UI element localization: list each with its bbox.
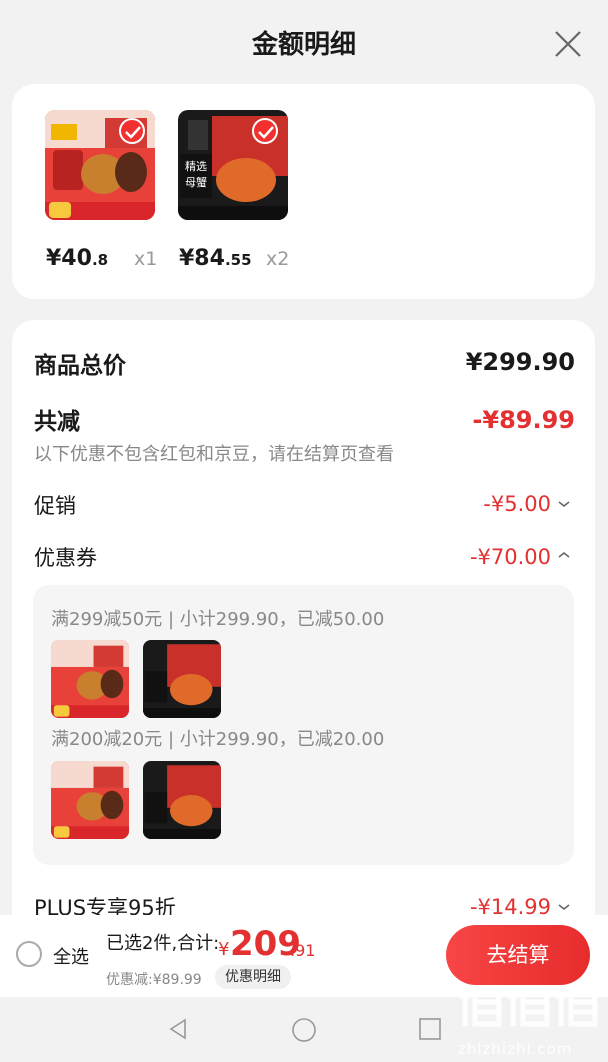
total-reduction-label: 共减: [34, 409, 80, 435]
product-image-crab-box[interactable]: 精选 母蟹: [178, 110, 288, 220]
watermark-logo: [457, 982, 605, 1034]
coupon-product-image: [51, 761, 129, 839]
watermark-text: zhizhizhi.com: [458, 1040, 573, 1058]
coupon-product-image: [143, 761, 221, 839]
product-image-gift-box[interactable]: [45, 110, 155, 220]
chevron-up-icon[interactable]: [557, 550, 571, 560]
back-icon[interactable]: [166, 1017, 190, 1041]
chevron-down-icon[interactable]: [557, 499, 571, 509]
coupon-detail-box: 满299减50元 | 小计299.90，已减50.00 满200减20元 | 小…: [33, 585, 574, 865]
checkout-button[interactable]: 去结算: [446, 925, 590, 985]
selected-check-icon: [119, 118, 145, 144]
select-all-label[interactable]: 全选: [53, 943, 89, 969]
selected-check-icon: [252, 118, 278, 144]
discount-detail-button[interactable]: 优惠明细: [215, 965, 291, 989]
product-price: ¥84.55: [179, 246, 252, 271]
total-amount-decimal: .91: [290, 941, 316, 960]
selection-summary: 已选2件,合计:: [106, 933, 220, 954]
coupon-title: 满299减50元 | 小计299.90，已减50.00: [51, 609, 385, 630]
products-card: ¥40.8 x1 精选 母蟹 ¥84.55 x2: [12, 84, 595, 299]
product-quantity: x2: [266, 248, 290, 270]
product-price: ¥40.8: [46, 246, 109, 271]
svg-text:精选: 精选: [185, 160, 207, 173]
product-quantity: x1: [134, 248, 158, 270]
recent-apps-icon[interactable]: [418, 1017, 442, 1041]
total-price-label: 商品总价: [34, 353, 126, 379]
coupon-label: 优惠券: [34, 546, 97, 570]
promotion-label: 促销: [34, 494, 76, 518]
coupon-title: 满200减20元 | 小计299.90，已减20.00: [51, 729, 385, 750]
select-all-radio[interactable]: [16, 941, 42, 967]
home-icon[interactable]: [291, 1017, 317, 1043]
sheet-title: 金额明细: [251, 30, 356, 60]
svg-text:母蟹: 母蟹: [185, 175, 207, 189]
chevron-down-icon[interactable]: [557, 902, 571, 912]
coupon-product-image: [143, 640, 221, 718]
close-icon[interactable]: [550, 26, 586, 62]
coupon-value[interactable]: -¥70.00: [470, 545, 551, 569]
discount-summary: 优惠减:¥89.99: [106, 972, 202, 988]
reduction-note: 以下优惠不包含红包和京豆，请在结算页查看: [34, 444, 394, 465]
promotion-value[interactable]: -¥5.00: [483, 492, 551, 516]
total-reduction-value: -¥89.99: [472, 406, 575, 434]
coupon-product-image: [51, 640, 129, 718]
total-price-value: ¥299.90: [465, 348, 575, 376]
amount-detail-sheet: 金额明细 ¥40.8 x1 精选 母蟹 ¥84.55 x2 商品总价 ¥299.…: [0, 0, 608, 1062]
total-currency: ¥: [218, 939, 230, 960]
